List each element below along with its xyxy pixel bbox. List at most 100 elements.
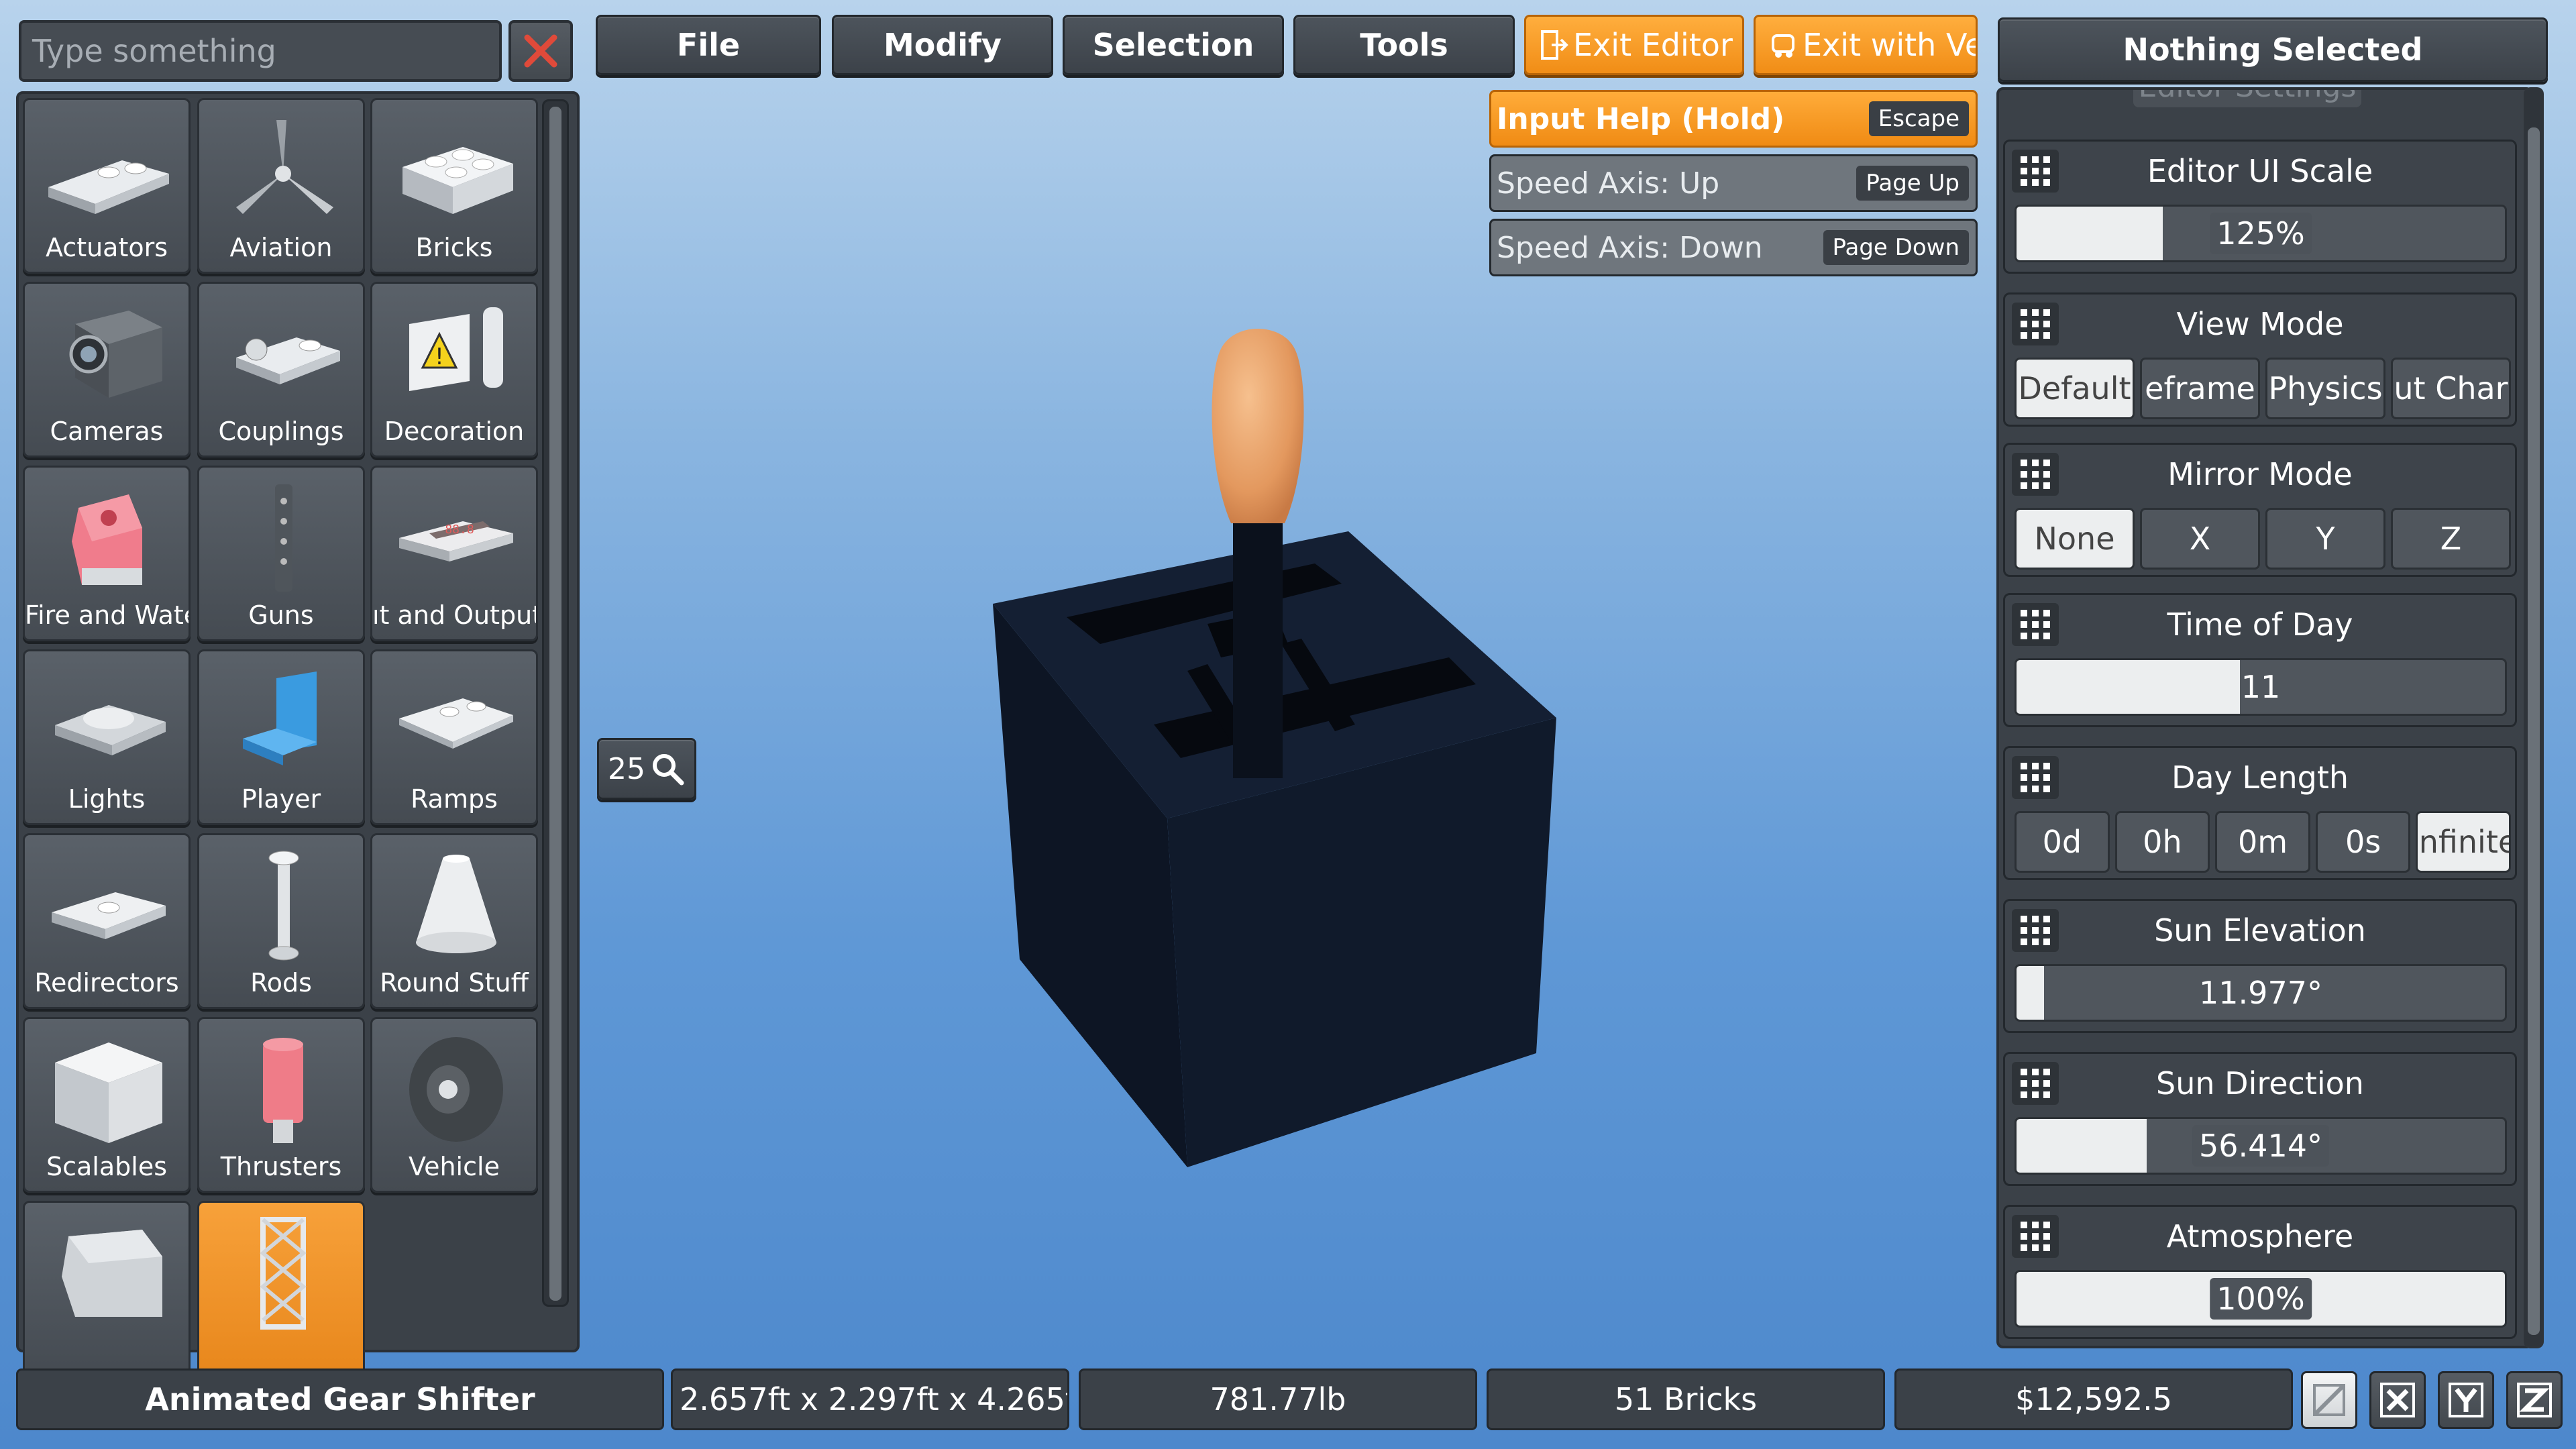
slider-value: 100% bbox=[2210, 1278, 2312, 1320]
light-icon bbox=[55, 705, 166, 755]
exit-editor-button[interactable]: Exit Editor bbox=[1524, 15, 1744, 75]
clear-search-button[interactable] bbox=[508, 20, 573, 82]
mirror-z[interactable]: Z bbox=[2391, 508, 2511, 570]
close-icon bbox=[524, 34, 557, 68]
view-mode-section: View Mode Default eframe Physics ut Char bbox=[2003, 292, 2517, 427]
category-cameras[interactable]: Cameras bbox=[23, 282, 191, 458]
mirror-y[interactable]: Y bbox=[2265, 508, 2385, 570]
file-menu[interactable]: File bbox=[596, 15, 821, 75]
search-input[interactable]: Type something bbox=[19, 20, 502, 82]
settings-scrollbar[interactable] bbox=[2524, 87, 2544, 1348]
slider-fill bbox=[2017, 1119, 2147, 1173]
day-length-infinite[interactable]: Infinite bbox=[2416, 811, 2511, 873]
category-lights[interactable]: Lights bbox=[23, 649, 191, 825]
z-axis-button[interactable] bbox=[2506, 1371, 2563, 1429]
zoom-level-button[interactable]: 25 bbox=[597, 738, 696, 800]
tools-menu[interactable]: Tools bbox=[1293, 15, 1515, 75]
exit-with-vehicle-button[interactable]: Exit with Ve bbox=[1754, 15, 1978, 75]
gear-shifter-model[interactable] bbox=[966, 295, 1610, 1181]
category-label: Aviation bbox=[229, 233, 333, 262]
exit-with-vehicle-label: Exit with Ve bbox=[1803, 27, 1978, 63]
vehicle-dimensions: 2.657ft x 2.297ft x 4.265f bbox=[671, 1368, 1069, 1430]
category-label: Vehicle bbox=[409, 1152, 500, 1181]
category-scroll-thumb[interactable] bbox=[549, 107, 561, 1301]
view-mode-physics[interactable]: Physics bbox=[2265, 358, 2385, 419]
category-scrollbar[interactable] bbox=[542, 99, 569, 1307]
sun-elevation-slider[interactable]: 11.977° bbox=[2015, 964, 2507, 1022]
day-length-days[interactable]: 0d bbox=[2015, 811, 2110, 873]
category-label: Rods bbox=[250, 968, 312, 998]
truss-icon bbox=[260, 1217, 307, 1330]
category-fire-and-water[interactable]: Fire and Wate bbox=[23, 466, 191, 641]
category-actuators[interactable]: Actuators bbox=[23, 98, 191, 274]
category-truss-selected[interactable] bbox=[197, 1201, 365, 1377]
category-couplings[interactable]: Couplings bbox=[197, 282, 365, 458]
slider-value: 56.414° bbox=[2192, 1125, 2329, 1167]
slider-value: 11.977° bbox=[2199, 975, 2322, 1011]
category-guns[interactable]: Guns bbox=[197, 466, 365, 641]
brick-icon bbox=[402, 147, 513, 214]
sun-direction-slider[interactable]: 56.414° bbox=[2015, 1117, 2507, 1175]
category-round-stuff[interactable]: Round Stuff bbox=[370, 833, 538, 1009]
category-ramps[interactable]: Ramps bbox=[370, 649, 538, 825]
selection-menu[interactable]: Selection bbox=[1063, 15, 1284, 75]
category-vehicle[interactable]: Vehicle bbox=[370, 1017, 538, 1193]
category-input-and-output[interactable]: 88.8 ıt and Output bbox=[370, 466, 538, 641]
category-thrusters[interactable]: Thrusters bbox=[197, 1017, 365, 1193]
category-bricks[interactable]: Bricks bbox=[370, 98, 538, 274]
day-length-minutes[interactable]: 0m bbox=[2215, 811, 2310, 873]
camera-icon bbox=[69, 311, 162, 398]
redirector-icon bbox=[52, 892, 166, 939]
y-axis-button[interactable] bbox=[2438, 1371, 2494, 1429]
mirror-x[interactable]: X bbox=[2140, 508, 2260, 570]
mirror-none[interactable]: None bbox=[2015, 508, 2135, 570]
z-axis-icon bbox=[2517, 1383, 2552, 1417]
gun-icon bbox=[275, 484, 292, 592]
key-badge: Page Down bbox=[1823, 230, 1969, 265]
grid-toggle-icon bbox=[2313, 1384, 2345, 1416]
selection-title: Nothing Selected bbox=[1998, 17, 2548, 82]
propeller-icon bbox=[236, 120, 333, 214]
time-of-day-slider[interactable]: 11 bbox=[2015, 658, 2507, 716]
player-seat-icon bbox=[243, 672, 317, 765]
grid-snap-toggle[interactable] bbox=[2301, 1371, 2357, 1429]
day-length-seconds[interactable]: 0s bbox=[2315, 811, 2411, 873]
category-scalables[interactable]: Scalables bbox=[23, 1017, 191, 1193]
vehicle-name[interactable]: Animated Gear Shifter bbox=[16, 1368, 664, 1430]
category-redirectors[interactable]: Redirectors bbox=[23, 833, 191, 1009]
input-help-action: Speed Axis: Down bbox=[1497, 230, 1763, 265]
view-mode-wireframe[interactable]: eframe bbox=[2140, 358, 2260, 419]
category-label: Redirectors bbox=[34, 968, 179, 998]
modify-menu[interactable]: Modify bbox=[832, 15, 1053, 75]
input-help-header[interactable]: Input Help (Hold) Escape bbox=[1489, 90, 1978, 148]
exit-door-icon bbox=[1541, 30, 1568, 60]
decoration-icon: ! bbox=[409, 307, 503, 391]
shifter-shaft bbox=[1233, 496, 1283, 778]
day-length-hours[interactable]: 0h bbox=[2114, 811, 2210, 873]
category-label: Player bbox=[241, 784, 321, 814]
magnifier-icon bbox=[653, 754, 684, 786]
ramp-icon bbox=[399, 698, 513, 749]
zoom-value: 25 bbox=[608, 751, 645, 786]
category-label: Round Stuff bbox=[380, 968, 529, 998]
vehicle-weight: 781.77lb bbox=[1079, 1368, 1477, 1430]
view-mode-without-character[interactable]: ut Char bbox=[2391, 358, 2511, 419]
atmosphere-slider[interactable]: 100% bbox=[2015, 1270, 2507, 1328]
coupling-icon bbox=[236, 337, 340, 384]
category-decoration[interactable]: ! Decoration bbox=[370, 282, 538, 458]
wheel-icon bbox=[409, 1037, 503, 1142]
category-label: Scalables bbox=[46, 1152, 167, 1181]
settings-scroll-thumb[interactable] bbox=[2528, 127, 2540, 1335]
rod-icon bbox=[268, 851, 299, 961]
slider-fill bbox=[2017, 207, 2163, 260]
category-aviation[interactable]: Aviation bbox=[197, 98, 365, 274]
category-player[interactable]: Player bbox=[197, 649, 365, 825]
slider-value: 125% bbox=[2210, 213, 2312, 254]
category-windows[interactable] bbox=[23, 1201, 191, 1377]
view-mode-default[interactable]: Default bbox=[2015, 358, 2135, 419]
ui-scale-slider[interactable]: 125% bbox=[2015, 205, 2507, 262]
input-help-action: Speed Axis: Up bbox=[1497, 166, 1720, 201]
x-axis-button[interactable] bbox=[2369, 1371, 2426, 1429]
category-rods[interactable]: Rods bbox=[197, 833, 365, 1009]
cube-icon bbox=[55, 1042, 162, 1143]
